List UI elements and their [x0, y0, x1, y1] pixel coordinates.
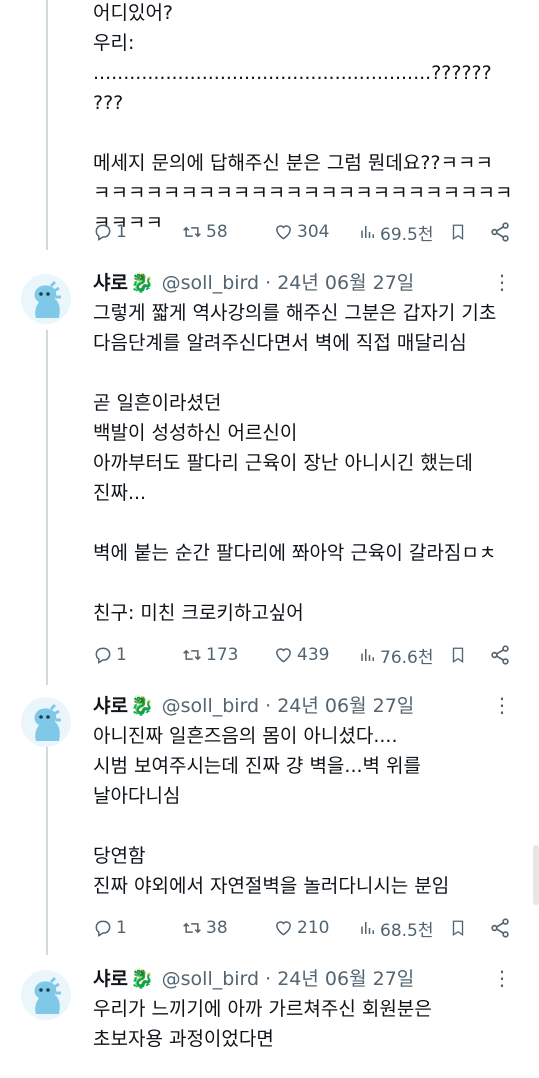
retweet-count: 58 [206, 222, 228, 242]
handle-date[interactable]: @soll_bird · 24년 06월 27일 [162, 272, 415, 294]
bookmark-button[interactable] [449, 640, 467, 670]
tweet[interactable]: 샤로 🐉 @soll_bird · 24년 06월 27일 ⋮ 아니진짜 일흔즈음의… [0, 685, 539, 955]
retweet-icon [181, 222, 203, 242]
tweet[interactable]: 어디있어? 우리: ..............................… [0, 0, 539, 260]
reply-button[interactable]: 1 [93, 640, 127, 670]
views-chart-icon [359, 918, 377, 938]
blue-dino-avatar[interactable] [21, 697, 71, 747]
views-chart-icon [359, 222, 377, 242]
reply-button[interactable]: 1 [93, 913, 127, 943]
tweet[interactable]: 샤로 🐉 @soll_bird · 24년 06월 27일 ⋮ 우리가 느끼기에 아… [0, 958, 539, 1078]
reply-icon [93, 645, 113, 665]
more-dots-icon[interactable]: ⋮ [492, 966, 513, 990]
like-count: 304 [297, 222, 330, 242]
scrollbar[interactable] [533, 845, 539, 905]
tweet-text: 어디있어? 우리: ..............................… [93, 2, 513, 234]
handle-date[interactable]: @soll_bird · 24년 06월 27일 [162, 695, 415, 717]
like-button[interactable]: 210 [273, 913, 329, 943]
like-button[interactable]: 304 [273, 217, 329, 247]
like-count: 210 [297, 918, 330, 938]
retweet-icon [181, 918, 203, 938]
bookmark-icon [449, 917, 467, 939]
heart-icon [273, 222, 294, 242]
views-button[interactable]: 76.6천 [359, 640, 434, 670]
views-chart-icon [359, 645, 377, 665]
views-count: 76.6천 [380, 647, 434, 668]
tweet-header: 샤로 🐉 @soll_bird · 24년 06월 27일 [93, 693, 414, 719]
like-button[interactable]: 439 [273, 640, 329, 670]
blue-dino-avatar[interactable] [21, 274, 71, 324]
reply-count: 1 [116, 645, 127, 665]
bookmark-icon [449, 644, 467, 666]
share-icon [489, 917, 511, 939]
bookmark-button[interactable] [449, 913, 467, 943]
views-count: 68.5천 [380, 920, 434, 941]
views-count: 69.5천 [380, 224, 434, 245]
views-button[interactable]: 68.5천 [359, 913, 434, 943]
bookmark-icon [449, 221, 467, 243]
retweet-button[interactable]: 58 [181, 217, 228, 247]
tweet-text: 그렇게 짧게 역사강의를 해주신 그분은 갑자기 기초 다음단계를 알려주신다면… [93, 302, 497, 624]
dragon-emoji: 🐉 [129, 968, 154, 990]
tweet-header: 샤로 🐉 @soll_bird · 24년 06월 27일 [93, 270, 414, 296]
tweet-text: 우리가 느끼기에 아까 가르쳐주신 회원분은 초보자용 과정이었다면 [93, 998, 432, 1050]
heart-icon [273, 918, 294, 938]
dragon-emoji: 🐉 [129, 272, 154, 294]
tweet-actions: 1 38 210 68.5천 [93, 913, 523, 943]
blue-dino-avatar[interactable] [21, 970, 71, 1020]
tweet[interactable]: 샤로 🐉 @soll_bird · 24년 06월 27일 ⋮ 그렇게 짧게 역사강… [0, 262, 539, 682]
retweet-icon [181, 645, 203, 665]
tweet-text: 아니진짜 일흔즈음의 몸이 아니셨다.... 시범 보여주시는데 진짜 걍 벽을… [93, 725, 450, 897]
reply-button[interactable]: 1 [93, 217, 127, 247]
share-button[interactable] [489, 640, 511, 670]
reply-count: 1 [116, 918, 127, 938]
retweet-button[interactable]: 38 [181, 913, 228, 943]
dragon-emoji: 🐉 [129, 695, 154, 717]
heart-icon [273, 645, 294, 665]
share-button[interactable] [489, 217, 511, 247]
display-name[interactable]: 샤로 [93, 695, 128, 717]
reply-icon [93, 918, 113, 938]
retweet-button[interactable]: 173 [181, 640, 238, 670]
tweet-actions: 1 58 304 69.5천 [93, 217, 523, 247]
tweet-header: 샤로 🐉 @soll_bird · 24년 06월 27일 [93, 966, 414, 992]
reply-icon [93, 222, 113, 242]
share-button[interactable] [489, 913, 511, 943]
display-name[interactable]: 샤로 [93, 272, 128, 294]
more-dots-icon[interactable]: ⋮ [492, 693, 513, 717]
reply-count: 1 [116, 222, 127, 242]
handle-date[interactable]: @soll_bird · 24년 06월 27일 [162, 968, 415, 990]
views-button[interactable]: 69.5천 [359, 217, 434, 247]
tweet-actions: 1 173 439 76.6천 [93, 640, 523, 670]
more-dots-icon[interactable]: ⋮ [492, 270, 513, 294]
share-icon [489, 221, 511, 243]
share-icon [489, 644, 511, 666]
like-count: 439 [297, 645, 330, 665]
bookmark-button[interactable] [449, 217, 467, 247]
display-name[interactable]: 샤로 [93, 968, 128, 990]
retweet-count: 38 [206, 918, 228, 938]
retweet-count: 173 [206, 645, 239, 665]
